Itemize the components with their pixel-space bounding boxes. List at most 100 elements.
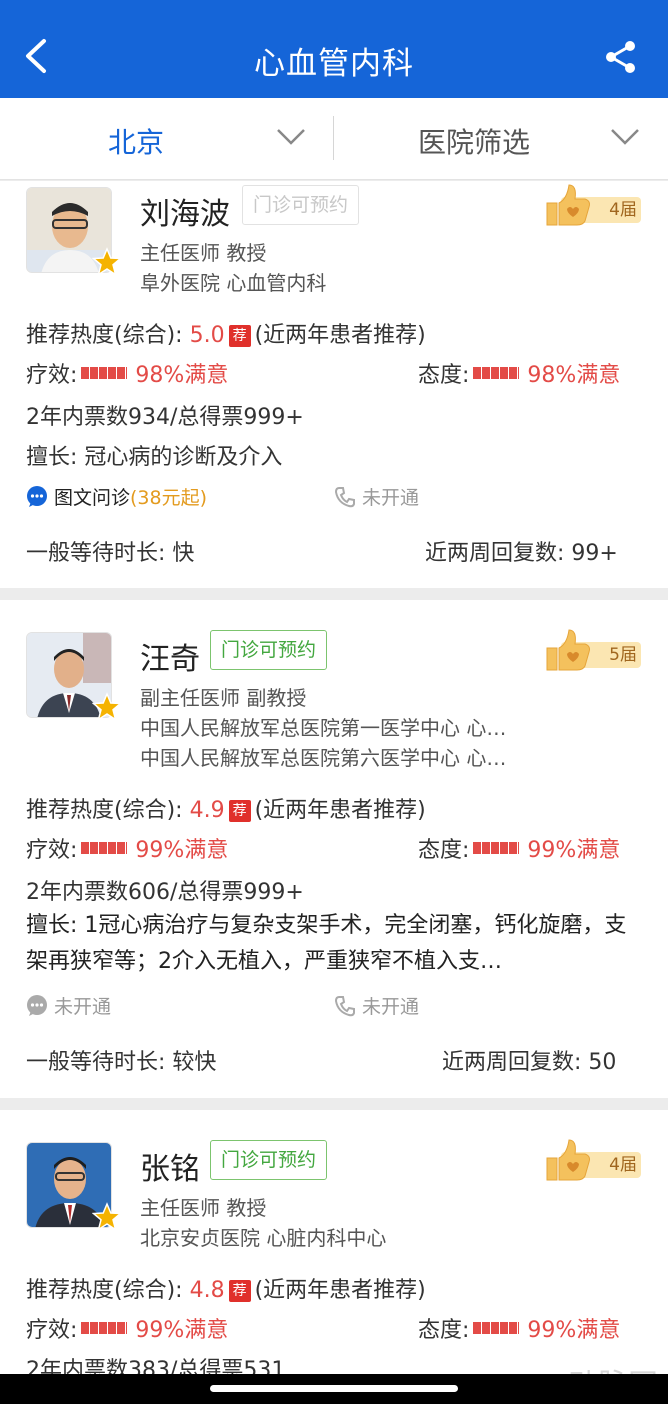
wait-value: 快 [172, 541, 195, 566]
attitude-value: 99%满意 [527, 1318, 621, 1343]
doctor-title: 主任医师 教授 [140, 241, 267, 265]
effect-value: 99%满意 [135, 838, 229, 863]
terms-count: 4届 [609, 1155, 637, 1175]
good-at-row: 擅长: 冠心病的诊断及介入 [26, 439, 282, 471]
terms-badge: 5届 [543, 628, 643, 672]
reply-row: 近两周回复数: 99+ [425, 535, 618, 567]
wait-row: 一般等待时长: 较快 [26, 1044, 216, 1076]
home-indicator[interactable] [210, 1385, 458, 1392]
attitude-row: 态度: 99%满意 [418, 832, 620, 864]
star-icon [92, 1202, 122, 1232]
rating-bars [81, 842, 128, 854]
recent-note: (近两年患者推荐) [254, 798, 426, 823]
good-at-text: 1冠心病治疗与复杂支架手术，完全闭塞，钙化旋磨，支架再狭窄等；2介入无植入，严重… [26, 913, 627, 974]
star-icon [92, 692, 122, 722]
effect-label: 疗效: [26, 363, 78, 388]
hospital-filter[interactable]: 医院筛选 [334, 98, 668, 180]
chevron-down-icon [277, 129, 305, 145]
text-consult[interactable]: 图文问诊(38元起) [26, 483, 207, 510]
share-icon[interactable] [604, 40, 638, 74]
good-at-label: 擅长: [26, 445, 85, 470]
text-consult[interactable]: 未开通 [26, 992, 111, 1019]
chat-icon [27, 995, 47, 1016]
good-at-label: 擅长: [26, 913, 85, 938]
attitude-label: 态度: [418, 1318, 470, 1343]
chevron-down-icon [611, 129, 639, 145]
doctor-title: 主任医师 教授 [140, 1196, 267, 1220]
doctor-card[interactable]: 张铭 门诊可预约 4届 主任医师 教授 北京安贞医院 心脏内科中心 推荐热度(综… [0, 1110, 668, 1383]
terms-badge: 4届 [543, 1138, 643, 1182]
effect-row: 疗效: 99%满意 [26, 832, 228, 864]
reply-row: 近两周回复数: 50 [442, 1044, 616, 1076]
hot-label: 推荐热度(综合): [26, 323, 183, 348]
attitude-row: 态度: 98%满意 [418, 357, 620, 389]
text-consult-price: (38元起) [130, 487, 208, 509]
good-at-row: 擅长: 1冠心病治疗与复杂支架手术，完全闭塞，钙化旋磨，支架再狭窄等；2介入无植… [26, 908, 636, 980]
effect-label: 疗效: [26, 838, 78, 863]
hot-row: 推荐热度(综合): 4.9 荐 (近两年患者推荐) [26, 792, 426, 824]
effect-value: 99%满意 [135, 1318, 229, 1343]
wait-value: 较快 [172, 1050, 217, 1075]
rating-bars [473, 367, 520, 379]
effect-row: 疗效: 99%满意 [26, 1312, 228, 1344]
star-icon [92, 247, 122, 277]
hospital-filter-label: 医院筛选 [418, 126, 531, 159]
votes-text: 2年内票数606/总得票999+ [26, 880, 304, 905]
clinic-tag: 门诊可预约 [242, 185, 360, 225]
terms-count: 4届 [609, 200, 637, 220]
rating-bars [81, 367, 128, 379]
chat-icon [27, 486, 47, 507]
recent-note: (近两年患者推荐) [254, 1278, 426, 1303]
phone-consult-label: 未开通 [362, 487, 420, 509]
city-filter-label: 北京 [108, 126, 165, 159]
reply-value: 99+ [571, 541, 618, 566]
votes-text: 2年内票数934/总得票999+ [26, 405, 304, 430]
wait-row: 一般等待时长: 快 [26, 535, 194, 567]
good-at-text: 冠心病的诊断及介入 [84, 445, 283, 470]
effect-value: 98%满意 [135, 363, 229, 388]
hot-label: 推荐热度(综合): [26, 1278, 183, 1303]
hot-score: 5.0 [189, 323, 225, 348]
phone-consult[interactable]: 未开通 [334, 483, 419, 510]
city-filter[interactable]: 北京 [0, 98, 334, 180]
clinic-tag[interactable]: 门诊可预约 [210, 1140, 328, 1180]
hot-row: 推荐热度(综合): 4.8 荐 (近两年患者推荐) [26, 1272, 426, 1304]
phone-consult-label: 未开通 [362, 996, 420, 1018]
attitude-row: 态度: 99%满意 [418, 1312, 620, 1344]
recommend-mark: 荐 [228, 325, 251, 347]
recent-note: (近两年患者推荐) [254, 323, 426, 348]
phone-icon [334, 996, 355, 1017]
app-header: 心血管内科 [0, 0, 668, 98]
attitude-label: 态度: [418, 838, 470, 863]
doctor-name: 汪奇 [140, 642, 200, 677]
hot-label: 推荐热度(综合): [26, 798, 183, 823]
hot-row: 推荐热度(综合): 5.0 荐 (近两年患者推荐) [26, 317, 426, 349]
recommend-mark: 荐 [228, 800, 251, 822]
home-indicator-bar [0, 1374, 668, 1404]
filter-bar: 北京 医院筛选 [0, 98, 668, 180]
effect-row: 疗效: 98%满意 [26, 357, 228, 389]
rating-bars [473, 1322, 520, 1334]
doctor-card[interactable]: 汪奇 门诊可预约 5届 副主任医师 副教授 中国人民解放军总医院第一医学中心 心… [0, 600, 668, 1098]
hospital-name: 中国人民解放军总医院第六医学中心 心… [140, 746, 507, 770]
doctor-title: 副主任医师 副教授 [140, 686, 307, 710]
attitude-label: 态度: [418, 363, 470, 388]
text-consult-label: 图文问诊 [54, 487, 131, 509]
rating-bars [473, 842, 520, 854]
effect-label: 疗效: [26, 1318, 78, 1343]
doctor-card[interactable]: 刘海波 门诊可预约 4届 主任医师 教授 阜外医院 心血管内科 推荐热度(综合)… [0, 181, 668, 588]
doctor-name: 张铭 [140, 1152, 200, 1187]
recommend-mark: 荐 [228, 1280, 251, 1302]
hospital-name: 中国人民解放军总医院第一医学中心 心… [140, 716, 507, 740]
reply-value: 50 [588, 1050, 617, 1075]
reply-label: 近两周回复数: [425, 541, 572, 566]
rating-bars [81, 1322, 128, 1334]
hospital-name: 阜外医院 心血管内科 [140, 271, 327, 295]
wait-label: 一般等待时长: [26, 1050, 173, 1075]
attitude-value: 99%满意 [527, 838, 621, 863]
clinic-tag[interactable]: 门诊可预约 [210, 630, 328, 670]
phone-icon [334, 487, 355, 508]
phone-consult[interactable]: 未开通 [334, 992, 419, 1019]
doctor-name: 刘海波 [140, 197, 230, 232]
terms-count: 5届 [609, 645, 637, 665]
